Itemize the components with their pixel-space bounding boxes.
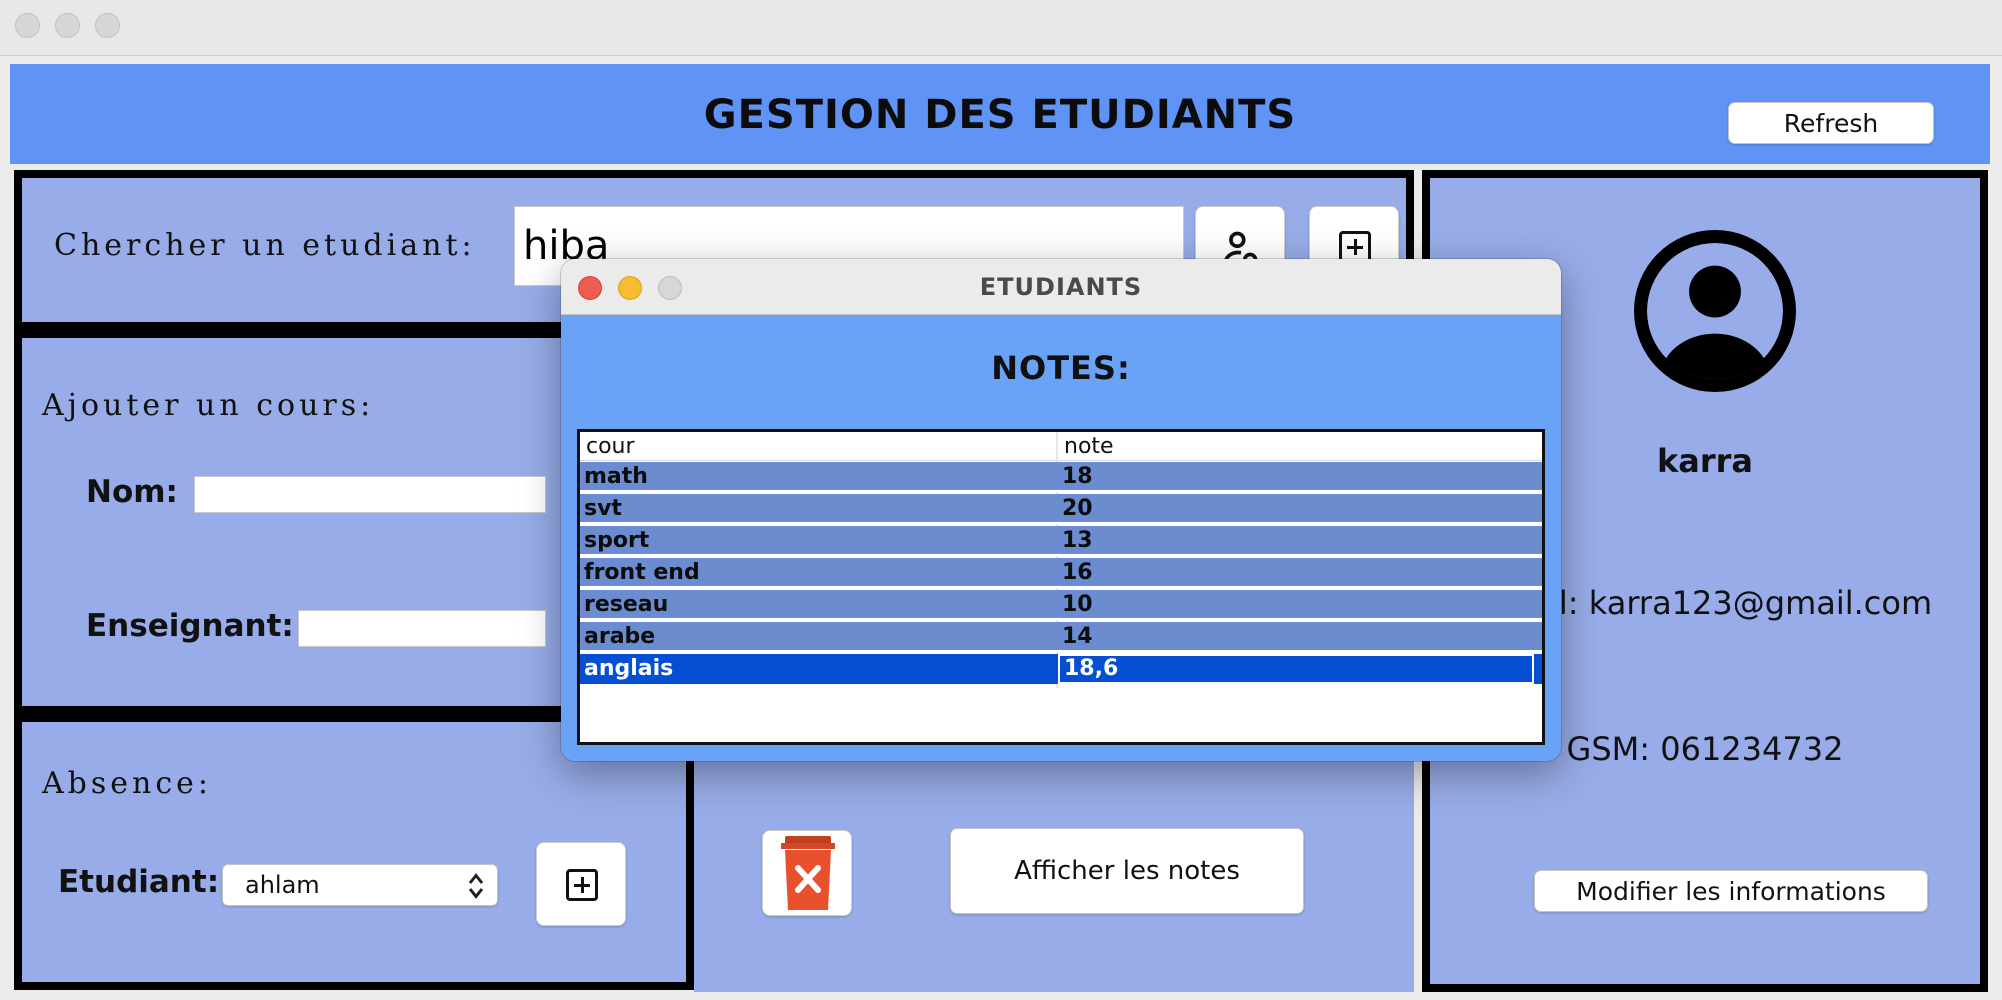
cell-note: 14 xyxy=(1062,624,1093,649)
app-title: GESTION DES ETUDIANTS xyxy=(703,92,1297,138)
table-row[interactable]: svt 20 xyxy=(580,494,1542,524)
plus-square-icon xyxy=(566,869,598,901)
notes-table[interactable]: cour note math 18 svt 20 sport 13 front … xyxy=(577,429,1545,745)
table-row[interactable]: arabe 14 xyxy=(580,622,1542,652)
user-circle-icon xyxy=(1634,230,1796,392)
course-name-label: Nom: xyxy=(86,474,178,510)
chevron-updown-icon xyxy=(468,873,484,899)
profile-email: il: karra123@gmail.com xyxy=(1550,584,1933,622)
student-select[interactable]: ahlam xyxy=(222,864,498,906)
delete-button[interactable] xyxy=(762,830,852,916)
notes-dialog: ETUDIANTS NOTES: cour note math 18 svt 2… xyxy=(561,259,1561,761)
absence-student-label: Etudiant: xyxy=(58,864,220,900)
cell-cour: sport xyxy=(584,528,650,553)
table-row-selected[interactable]: anglais 18,6 xyxy=(580,654,1542,684)
cell-note: 10 xyxy=(1062,592,1093,617)
student-select-value: ahlam xyxy=(245,871,320,899)
main-window-titlebar xyxy=(0,0,2002,56)
cell-cour: reseau xyxy=(584,592,669,617)
table-row[interactable]: reseau 10 xyxy=(580,590,1542,620)
course-name-input[interactable] xyxy=(194,476,546,513)
cell-note-editing[interactable]: 18,6 xyxy=(1058,654,1534,684)
absence-label: Absence: xyxy=(42,766,213,801)
cell-cour: math xyxy=(584,464,648,489)
window-minimize-button[interactable] xyxy=(55,13,80,38)
show-notes-button[interactable]: Afficher les notes xyxy=(950,828,1304,914)
search-label: Chercher un etudiant: xyxy=(54,228,476,263)
course-label: Ajouter un cours: xyxy=(42,388,375,423)
add-absence-button[interactable] xyxy=(536,842,626,926)
dialog-title: ETUDIANTS xyxy=(979,273,1143,301)
table-row[interactable]: sport 13 xyxy=(580,526,1542,556)
cell-cour: svt xyxy=(584,496,622,521)
app-header: GESTION DES ETUDIANTS Refresh xyxy=(10,64,1990,164)
notes-heading: NOTES: xyxy=(991,349,1131,387)
table-header: cour note xyxy=(580,432,1542,461)
teacher-label: Enseignant: xyxy=(86,608,294,644)
table-row[interactable]: front end 16 xyxy=(580,558,1542,588)
refresh-button[interactable]: Refresh xyxy=(1728,102,1934,144)
window-zoom-button[interactable] xyxy=(95,13,120,38)
cell-cour: anglais xyxy=(584,656,674,681)
cell-note: 16 xyxy=(1062,560,1093,585)
trash-icon xyxy=(781,836,835,910)
column-header-cour[interactable]: cour xyxy=(580,432,1056,461)
cell-cour: arabe xyxy=(584,624,656,649)
cell-note: 18 xyxy=(1062,464,1093,489)
cell-note: 20 xyxy=(1062,496,1093,521)
modify-info-button[interactable]: Modifier les informations xyxy=(1534,870,1928,912)
teacher-input[interactable] xyxy=(298,610,546,647)
table-row[interactable]: math 18 xyxy=(580,462,1542,492)
window-close-button[interactable] xyxy=(15,13,40,38)
cell-cour: front end xyxy=(584,560,700,585)
cell-note: 13 xyxy=(1062,528,1093,553)
column-header-note[interactable]: note xyxy=(1058,432,1542,461)
dialog-titlebar: ETUDIANTS xyxy=(561,259,1561,315)
